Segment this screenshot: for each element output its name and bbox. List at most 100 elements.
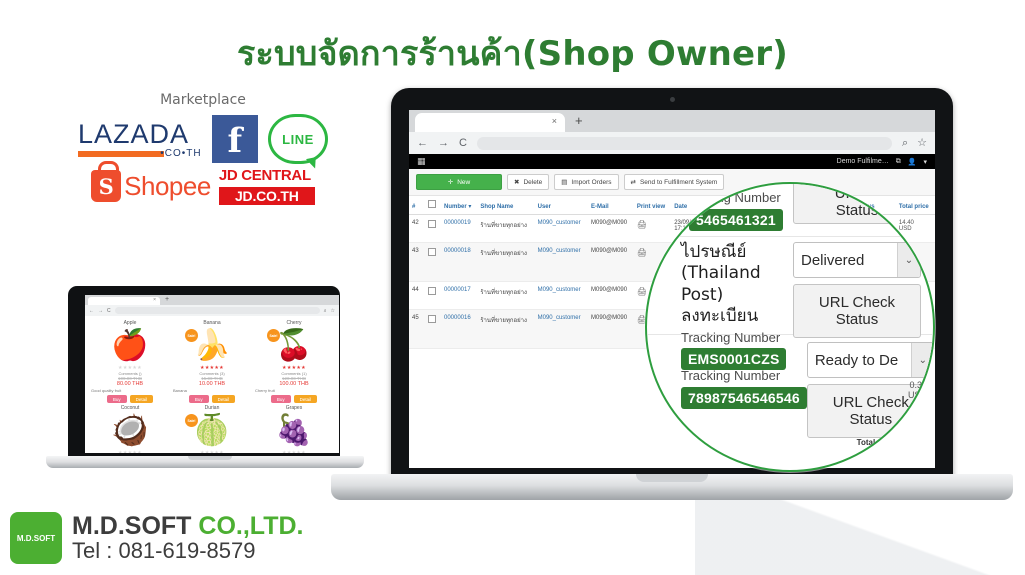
- buy-button[interactable]: Buy: [106, 395, 127, 403]
- new-price: 10.00 THB: [198, 381, 226, 387]
- line-wordmark: LINE: [282, 131, 314, 147]
- product-image: 🍒: [275, 329, 313, 362]
- delete-button[interactable]: ✖ Delete: [507, 174, 550, 190]
- url-button-line-2: Status: [835, 311, 879, 328]
- total-price-label-2: price: [909, 206, 929, 216]
- product-card[interactable]: Coconut 🥥 ★★★★★ Comments (): [89, 405, 171, 453]
- cell-email: M090@M090: [587, 281, 634, 310]
- printer-icon[interactable]: 🖨: [637, 248, 647, 257]
- shopee-s-mark: S: [98, 173, 114, 199]
- rating-stars: ★★★★★: [282, 450, 306, 453]
- magnifier-total-2: 0.36 USD: [908, 380, 927, 400]
- new-button[interactable]: ✛ New: [416, 174, 502, 190]
- account-label[interactable]: Demo Fulfilme…: [837, 158, 889, 165]
- back-icon[interactable]: ←: [89, 308, 94, 314]
- product-image: 🍌: [193, 329, 231, 362]
- th-select[interactable]: [425, 196, 441, 215]
- printer-icon[interactable]: 🖨: [637, 287, 647, 296]
- courier-line-2: (Thailand Post): [681, 263, 761, 305]
- url-check-status-button[interactable]: URL Check Status: [793, 284, 921, 338]
- sort-caret-icon[interactable]: ▾: [468, 204, 471, 210]
- cell-user[interactable]: M090_customer: [534, 214, 588, 243]
- browser-tab[interactable]: ×: [88, 297, 160, 305]
- detail-button[interactable]: Detail: [293, 395, 318, 403]
- status-select-value: Ready to De: [814, 351, 899, 369]
- th-shop-name[interactable]: Shop Name: [477, 196, 535, 215]
- sale-badge: Sale!: [185, 329, 198, 342]
- cell-user[interactable]: M090_customer: [534, 309, 588, 349]
- magnifier-row-bottom: Tracking Number 78987546546546 Ready to …: [647, 342, 933, 438]
- cell-number[interactable]: 00000016: [441, 309, 478, 349]
- small-browser-tab-strip: × +: [85, 295, 339, 305]
- import-orders-button[interactable]: ▤ Import Orders: [554, 174, 619, 190]
- external-link-icon[interactable]: ⧉: [896, 158, 901, 166]
- address-bar[interactable]: [476, 136, 892, 150]
- status-select-value: Delivered: [801, 251, 865, 269]
- cell-select[interactable]: [425, 281, 441, 310]
- status-select[interactable]: Delivered ⌄: [793, 242, 921, 278]
- cell-number[interactable]: 00000018: [441, 242, 478, 282]
- product-name: Coconut: [120, 405, 140, 411]
- select-all-checkbox[interactable]: [428, 200, 436, 208]
- cell-number[interactable]: 00000019: [441, 214, 478, 243]
- total-amount-1: 14.40: [906, 227, 929, 237]
- tracking-label: racking Number: [689, 190, 781, 205]
- cell-user[interactable]: M090_customer: [534, 242, 588, 282]
- address-bar[interactable]: [114, 307, 320, 314]
- row-checkbox[interactable]: [428, 287, 436, 295]
- printer-icon[interactable]: 🖨: [637, 220, 647, 229]
- sale-badge: Sale!: [185, 414, 198, 427]
- row-checkbox[interactable]: [428, 315, 436, 323]
- plus-icon: ✛: [447, 179, 454, 186]
- detail-button[interactable]: Detail: [211, 395, 236, 403]
- cell-select[interactable]: [425, 214, 441, 243]
- chevron-down-icon[interactable]: ▾: [923, 158, 927, 166]
- search-icon[interactable]: ⌕: [324, 308, 327, 314]
- cell-index: 42: [409, 214, 425, 243]
- detail-button[interactable]: Detail: [129, 395, 154, 403]
- th-email[interactable]: E-Mail: [587, 196, 634, 215]
- laptop-small-lid: × + ← → C ⌕ ☆ Apple 🍎 ★★★★★ Comments () …: [68, 286, 340, 462]
- product-card[interactable]: Grapes 🍇 ★★★★★ Comments (): [253, 405, 335, 453]
- grand-total-label: Total: [856, 438, 876, 447]
- user-avatar-icon[interactable]: 👤: [908, 158, 917, 166]
- product-card[interactable]: Apple 🍎 ★★★★★ Comments () 100.00 THB 80.…: [89, 320, 171, 405]
- status-select[interactable]: Ready to De ⌄: [806, 342, 933, 378]
- cell-number[interactable]: 00000017: [441, 281, 478, 310]
- close-x-icon: ✖: [514, 179, 520, 186]
- shopee-wordmark: Shopee: [124, 170, 211, 201]
- reload-icon[interactable]: C: [107, 308, 111, 314]
- chevron-down-icon[interactable]: ⌄: [897, 243, 920, 277]
- cell-select[interactable]: [425, 309, 441, 349]
- cell-user[interactable]: M090_customer: [534, 281, 588, 310]
- th-number[interactable]: Number ▾: [441, 196, 478, 215]
- new-price: 100.00 THB: [279, 381, 309, 387]
- laptop-small-screen: × + ← → C ⌕ ☆ Apple 🍎 ★★★★★ Comments () …: [85, 295, 339, 453]
- url-check-status-button[interactable]: URL C Status: [793, 184, 921, 224]
- browser-tab[interactable]: ×: [415, 113, 565, 132]
- cell-select[interactable]: [425, 242, 441, 282]
- product-card[interactable]: Sale! Durian 🍈 ★★★★★ Comments (): [171, 405, 253, 453]
- search-icon[interactable]: ⌕: [902, 137, 908, 149]
- chevron-down-icon[interactable]: ⌄: [910, 343, 933, 377]
- close-icon[interactable]: ×: [552, 117, 557, 126]
- th-user[interactable]: User: [534, 196, 588, 215]
- row-checkbox[interactable]: [428, 248, 436, 256]
- buy-button[interactable]: Buy: [188, 395, 209, 403]
- close-icon[interactable]: ×: [153, 298, 156, 303]
- courier-line-1: ไปรษณีย์: [681, 242, 747, 262]
- forward-icon[interactable]: →: [98, 308, 103, 314]
- bookmark-star-icon[interactable]: ☆: [917, 137, 927, 149]
- row-checkbox[interactable]: [428, 220, 436, 228]
- back-icon[interactable]: ←: [417, 137, 428, 149]
- product-card[interactable]: Sale! Cherry 🍒 ★★★★★ Comments (1) 120.00…: [253, 320, 335, 405]
- new-tab-icon[interactable]: +: [165, 296, 169, 303]
- new-tab-icon[interactable]: +: [575, 114, 583, 127]
- forward-icon[interactable]: →: [438, 137, 449, 149]
- buy-button[interactable]: Buy: [270, 395, 291, 403]
- product-card[interactable]: Sale! Banana 🍌 ★★★★★ Comments (3) 15.00 …: [171, 320, 253, 405]
- magnifier-grand-total: Total 539.10 THB: [857, 438, 925, 447]
- reload-icon[interactable]: C: [459, 137, 467, 149]
- bookmark-star-icon[interactable]: ☆: [331, 308, 335, 314]
- app-brand-icon[interactable]: ▦: [417, 156, 426, 167]
